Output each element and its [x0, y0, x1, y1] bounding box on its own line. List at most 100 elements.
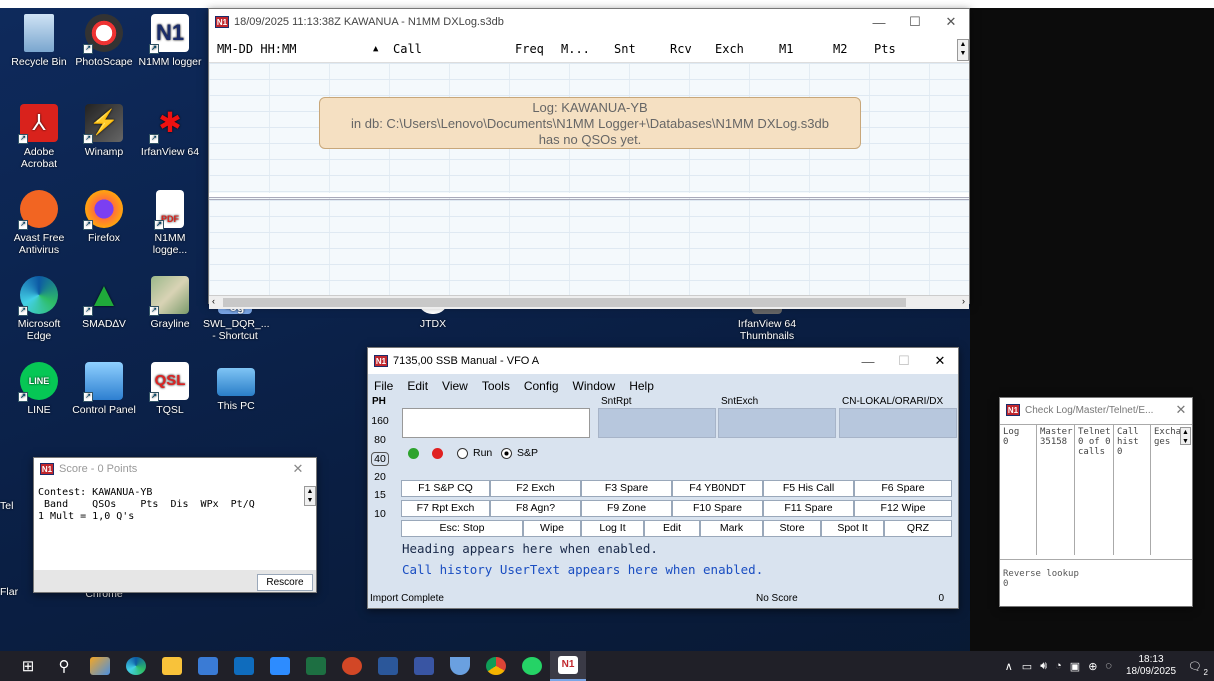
scroll-right-icon[interactable]: › [962, 296, 965, 306]
entry-titlebar[interactable]: N1 7135,00 SSB Manual - VFO A — ☐ ✕ [368, 348, 958, 374]
desktop-icon-tqsl[interactable]: QSL ↗ TQSL [137, 362, 203, 416]
log-column-header[interactable]: MM-DD HH:MM ▲ Call Freq M... Snt Rcv Exc… [209, 35, 969, 63]
band-80[interactable]: 80 [368, 434, 392, 446]
edit-button[interactable]: Edit [644, 520, 700, 537]
desktop-icon-grayline[interactable]: ↗ Grayline [137, 276, 203, 330]
maximize-icon[interactable]: ☐ [897, 14, 933, 30]
menu-view[interactable]: View [442, 379, 468, 393]
score-titlebar[interactable]: N1 Score - 0 Points ✕ [34, 458, 316, 480]
taskbar-explorer[interactable] [154, 651, 190, 681]
desktop-icon-line[interactable]: LINE ↗ LINE [6, 362, 72, 416]
menu-window[interactable]: Window [573, 379, 616, 393]
log-titlebar[interactable]: N1 18/09/2025 11:13:38Z KAWANUA - N1MM D… [209, 9, 969, 35]
esc-stop-button[interactable]: Esc: Stop [401, 520, 523, 537]
scroll-updown-icon[interactable]: ▲ ▼ [304, 486, 316, 506]
sntexch-input[interactable] [718, 408, 836, 438]
close-icon[interactable]: ✕ [1170, 402, 1192, 418]
qrz-button[interactable]: QRZ [884, 520, 952, 537]
maximize-icon[interactable]: ☐ [886, 353, 922, 369]
taskbar-powerpoint[interactable] [334, 651, 370, 681]
scroll-left-icon[interactable]: ‹ [212, 296, 215, 306]
close-icon[interactable]: ✕ [922, 353, 958, 369]
wipe-button[interactable]: Wipe [523, 520, 581, 537]
band-10[interactable]: 10 [368, 508, 392, 520]
close-icon[interactable]: ✕ [933, 14, 969, 30]
menu-help[interactable]: Help [629, 379, 654, 393]
column-m1[interactable]: M1 [779, 42, 793, 56]
tray-app-icon[interactable]: ▣ [1070, 660, 1080, 673]
f8-button[interactable]: F8 Agn? [490, 500, 581, 517]
column-call[interactable]: Call [393, 42, 422, 56]
taskbar-outlook[interactable] [226, 651, 262, 681]
sp-radio[interactable] [501, 448, 512, 459]
taskbar-edge[interactable] [118, 651, 154, 681]
f6-button[interactable]: F6 Spare [854, 480, 952, 497]
taskbar-n1mm[interactable]: N1 [550, 651, 586, 681]
desktop-icon-edge[interactable]: ↗ Microsoft Edge [6, 276, 72, 342]
desktop-icon-flrig[interactable]: Flar [0, 586, 34, 598]
desktop-icon-control-panel[interactable]: ↗ Control Panel [71, 362, 137, 416]
minimize-icon[interactable]: — [861, 15, 897, 30]
scroll-updown-icon[interactable]: ▲ ▼ [1180, 427, 1191, 445]
desktop-icon-irfanview[interactable]: ✱ ↗ IrfanView 64 [137, 104, 203, 158]
desktop-icon-this-pc[interactable]: This PC [203, 362, 269, 412]
taskbar-zoom[interactable] [262, 651, 298, 681]
band-15[interactable]: 15 [368, 489, 392, 501]
rescore-button[interactable]: Rescore [257, 574, 313, 591]
band-160[interactable]: 160 [368, 415, 392, 427]
column-freq[interactable]: Freq [515, 42, 544, 56]
section-input[interactable] [839, 408, 957, 438]
score-window[interactable]: N1 Score - 0 Points ✕ Contest: KAWANUA-Y… [33, 457, 317, 593]
horizontal-scrollbar[interactable]: ‹ › [209, 295, 969, 309]
taskbar-chrome[interactable] [478, 651, 514, 681]
column-pts[interactable]: Pts [874, 42, 896, 56]
taskbar-jtdx[interactable] [442, 651, 478, 681]
volume-icon[interactable]: 🔊︎ [1040, 660, 1047, 673]
mark-button[interactable]: Mark [700, 520, 763, 537]
f2-button[interactable]: F2 Exch [490, 480, 581, 497]
log-grid-lower[interactable] [209, 197, 969, 295]
column-datetime[interactable]: MM-DD HH:MM [217, 42, 296, 56]
column-rcv[interactable]: Rcv [670, 42, 692, 56]
menu-file[interactable]: File [374, 379, 393, 393]
band-40-selected[interactable]: 40 [371, 452, 389, 466]
chevron-up-icon[interactable]: ∧ [1005, 660, 1013, 673]
minimize-icon[interactable]: — [850, 354, 886, 369]
spot-it-button[interactable]: Spot It [821, 520, 884, 537]
f12-button[interactable]: F12 Wipe [854, 500, 952, 517]
desktop-icon-telnet[interactable]: Tel [0, 500, 34, 512]
column-snt[interactable]: Snt [614, 42, 636, 56]
wifi-icon[interactable]: ◔ [1055, 660, 1062, 672]
taskbar-widgets[interactable] [82, 651, 118, 681]
scroll-thumb[interactable] [223, 298, 906, 307]
store-button[interactable]: Store [763, 520, 821, 537]
menu-edit[interactable]: Edit [407, 379, 428, 393]
taskbar-excel[interactable] [298, 651, 334, 681]
f9-button[interactable]: F9 Zone [581, 500, 672, 517]
log-window[interactable]: N1 18/09/2025 11:13:38Z KAWANUA - N1MM D… [208, 8, 970, 309]
tray-update-icon[interactable]: ◌ [1105, 660, 1112, 672]
desktop-icon-recycle-bin[interactable]: Recycle Bin [6, 14, 72, 68]
taskbar-visio[interactable] [406, 651, 442, 681]
battery-icon[interactable]: ▭ [1022, 660, 1032, 673]
desktop-icon-n1mm-pdf[interactable]: PDF ↗ N1MM logge... [137, 190, 203, 256]
check-window[interactable]: N1 Check Log/Master/Telnet/E... ✕ Log 0 … [999, 397, 1193, 607]
entry-window[interactable]: N1 7135,00 SSB Manual - VFO A — ☐ ✕ File… [367, 347, 959, 609]
check-titlebar[interactable]: N1 Check Log/Master/Telnet/E... ✕ [1000, 398, 1192, 422]
desktop-icon-winamp[interactable]: ⚡ ↗ Winamp [71, 104, 137, 158]
f11-button[interactable]: F11 Spare [763, 500, 854, 517]
close-icon[interactable]: ✕ [280, 461, 316, 477]
scroll-updown-icon[interactable]: ▲ ▼ [957, 39, 969, 61]
column-m2[interactable]: M2 [833, 42, 847, 56]
clock[interactable]: 18:13 18/09/2025 [1126, 654, 1176, 678]
desktop-icon-adobe-acrobat[interactable]: ⅄ ↗ Adobe Acrobat [6, 104, 72, 170]
taskbar-whatsapp[interactable] [514, 651, 550, 681]
search-button[interactable]: ⚲ [46, 651, 82, 681]
desktop-icon-photoscape[interactable]: ↗ PhotoScape [71, 14, 137, 68]
f3-button[interactable]: F3 Spare [581, 480, 672, 497]
desktop-icon-smadav[interactable]: ▲ ↗ SMAD∆V [71, 276, 137, 330]
notification-button[interactable]: 🗨︎ 2 [1188, 660, 1208, 677]
callsign-input[interactable] [402, 408, 590, 438]
f5-button[interactable]: F5 His Call [763, 480, 854, 497]
f4-button[interactable]: F4 YB0NDT [672, 480, 763, 497]
